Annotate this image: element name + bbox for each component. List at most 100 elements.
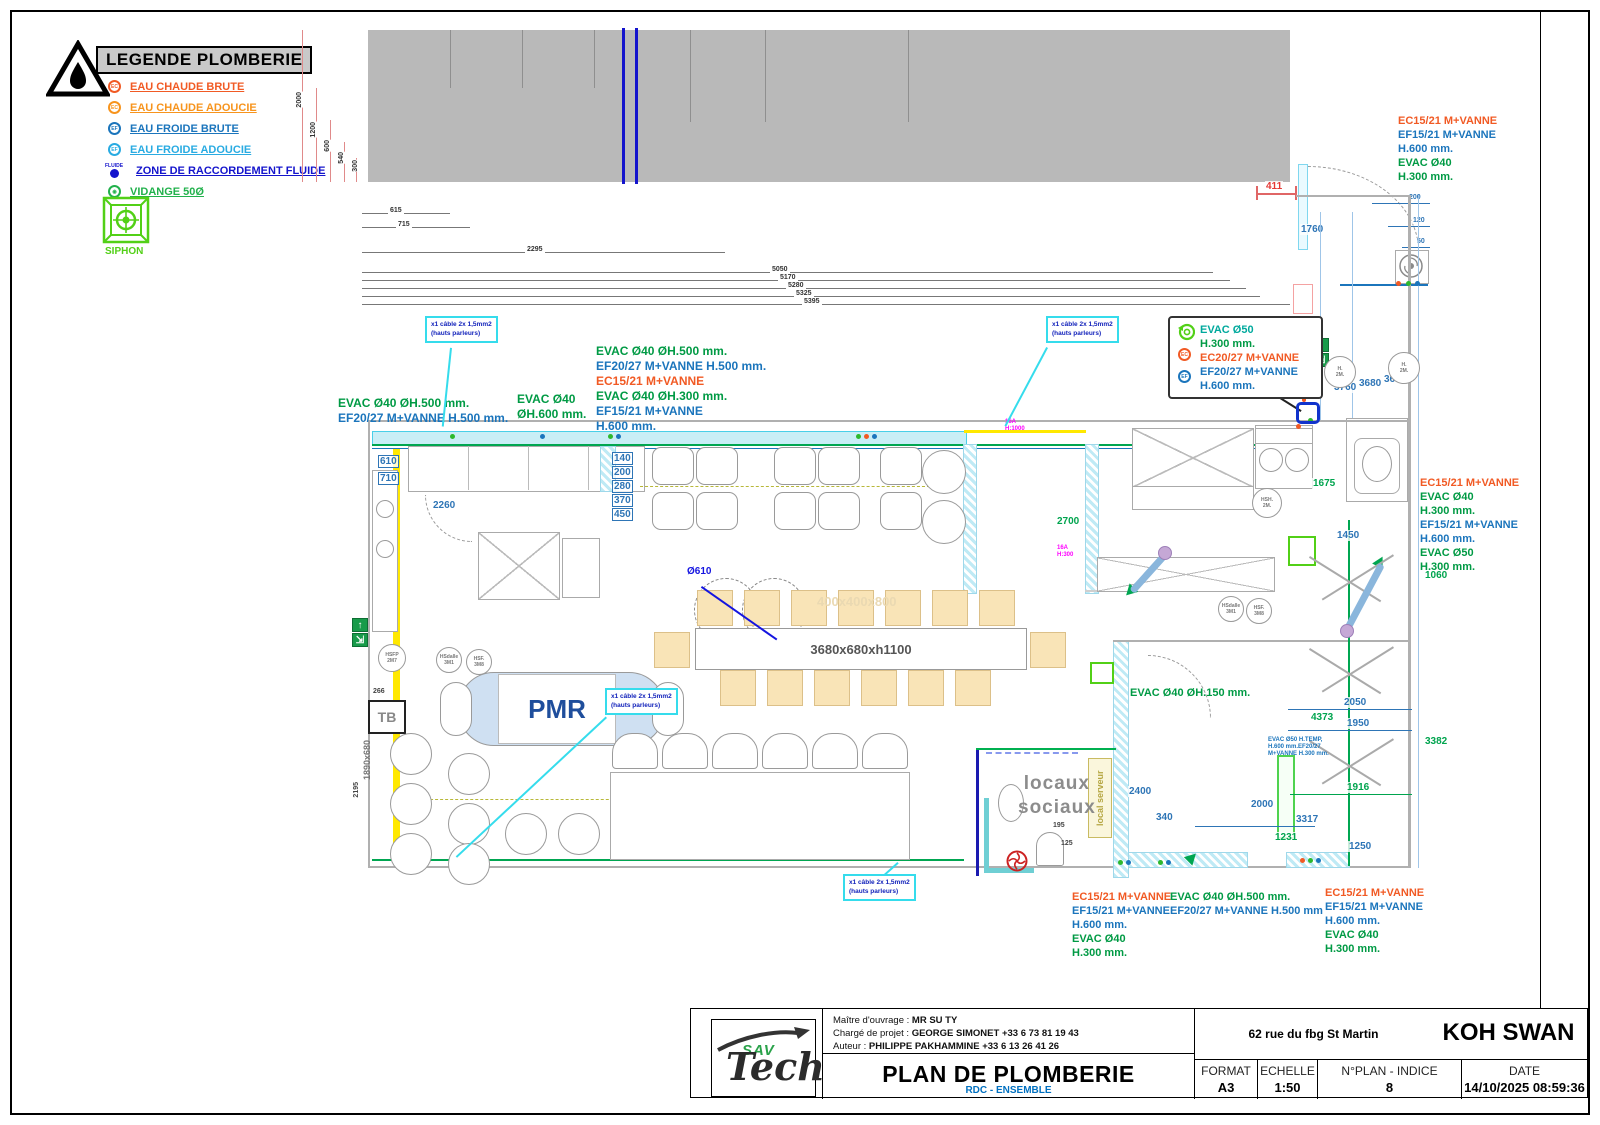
date-value: 14/10/2025 08:59:36: [1462, 1080, 1587, 1095]
callout-line: (hauts parleurs): [431, 330, 480, 337]
dim-line: [1372, 203, 1430, 204]
chair: [440, 682, 472, 736]
dim-label: 615: [388, 207, 404, 214]
dim-label: 600: [322, 140, 333, 152]
annotation-line: EVAC Ø50: [1200, 323, 1315, 337]
ef-icon: EF: [108, 122, 121, 135]
kitchen-island: [1132, 428, 1254, 488]
drawing-title: PLAN DE PLOMBERIE: [822, 1061, 1195, 1088]
annotation-right-mid: EC15/21 M+VANNEEVAC Ø40H.300 mm.EF15/21 …: [1420, 476, 1519, 574]
siphon-plan-icon: [1090, 662, 1114, 684]
wall-hatched: [1113, 640, 1129, 878]
tb-label: TB: [378, 709, 397, 725]
banquette-seat: [812, 733, 858, 769]
height-marker: HSdalle3M1: [1218, 596, 1244, 622]
annotation-line: ØH.600 mm.: [517, 407, 586, 422]
stool: [1030, 632, 1066, 668]
dim-label: 1200: [308, 122, 319, 138]
dim-label: 2260: [432, 500, 456, 511]
stool: [932, 590, 968, 626]
annotation-line: EC15/21 M+VANNE: [1072, 890, 1171, 904]
chair: [505, 813, 547, 855]
format-label: FORMAT: [1196, 1064, 1256, 1078]
pipe-dot: [1126, 860, 1131, 865]
annotation-line: EF15/21 M+VANNE: [596, 404, 766, 419]
pm-label: Chargé de projet :: [833, 1028, 909, 1039]
note-line: H.600 mm.EF20/27: [1268, 744, 1321, 750]
dim-label-411: 411: [1265, 181, 1283, 192]
note-line: M+VANNE H.300 mm.: [1268, 751, 1329, 757]
annotation-top-mid: EVAC Ø40ØH.600 mm.: [517, 392, 586, 422]
pipe-dot: [540, 434, 545, 439]
dim-label: 125: [1060, 840, 1074, 847]
grill-top: [1255, 428, 1313, 444]
pipe-dot: [1396, 281, 1401, 286]
fan-icon: [1398, 253, 1424, 279]
marker-text: 2M.: [1400, 368, 1408, 374]
legend-item-ef: EFEAU FROIDE BRUTE: [108, 118, 325, 139]
tb-divider-h: [1194, 1059, 1589, 1060]
wall-locaux-dashed: [986, 752, 1078, 754]
dim-line: [362, 227, 470, 228]
extension-line: [1418, 195, 1419, 868]
tb-box: TB: [368, 700, 406, 734]
ec-icon: EC: [108, 80, 121, 93]
room-label-locaux: locaux sociaux: [1018, 772, 1096, 820]
callout-line: (hauts parleurs): [1052, 330, 1101, 337]
counter-divider: [588, 446, 589, 490]
annotation-line: H.600 mm.: [596, 419, 766, 434]
stool: [767, 670, 803, 706]
project-name: KOH SWAN: [1431, 1019, 1586, 1047]
plan-index-value: 8: [1318, 1080, 1461, 1095]
dim-label: 1250: [1348, 841, 1372, 852]
banquette-seat: [662, 733, 708, 769]
pipe-teal: [984, 798, 989, 872]
ec-icon: EC: [1178, 348, 1191, 361]
annotation-line: H.300 mm.: [1420, 504, 1519, 518]
author-label: Auteur :: [833, 1041, 866, 1052]
annotation-line: H.600 mm.: [1200, 379, 1315, 393]
annotation-line: EVAC Ø40 ØH.150 mm.: [1130, 686, 1250, 700]
annotation-line: EF20/27 M+VANNE H.500 mm.: [596, 359, 766, 374]
callout-line: (hauts parleurs): [611, 702, 660, 709]
annotation-line: EC15/21 M+VANNE: [1398, 114, 1497, 128]
washing-machine-door: [1362, 446, 1392, 482]
callout-line: x1 câble 2x 1,5mm2: [1052, 321, 1113, 328]
chair: [558, 813, 600, 855]
annotation-top-left: EVAC Ø40 ØH.500 mm.EF20/27 M+VANNE H.500…: [338, 396, 508, 426]
booth-seat: [696, 492, 738, 530]
marker-text: 2M7: [387, 658, 397, 664]
chair: [390, 833, 432, 875]
booth-seat: [774, 492, 816, 530]
marker-text: 2M.: [1336, 372, 1344, 378]
chair: [448, 803, 490, 845]
owner-label: Maître d'ouvrage :: [833, 1015, 909, 1026]
title-block: SAV Tech Maître d'ouvrage : MR SU TY Cha…: [690, 1008, 1588, 1098]
dim-label: 3317: [1295, 814, 1319, 825]
wc: [1036, 832, 1064, 866]
fluide-connector: [1296, 402, 1320, 424]
marker-text: 3M1: [1226, 609, 1236, 615]
siphon-icon: [102, 196, 150, 244]
annotation-line: H.600 mm.: [1420, 532, 1519, 546]
service-dashed-line: [640, 486, 930, 487]
banquette-seat: [862, 733, 908, 769]
band-tick: [594, 30, 595, 88]
siphon-plan-icon: [1288, 536, 1316, 566]
door-frame: [1298, 164, 1308, 250]
annotation-line: H.600 mm.: [1398, 142, 1497, 156]
pipe-dot: [1406, 281, 1411, 286]
dim-label: 3382: [1424, 736, 1448, 747]
annotation-line: EVAC Ø40 ØH.500 mm.: [1170, 890, 1323, 904]
chair: [448, 753, 490, 795]
annotation-bottom-left: EC15/21 M+VANNEEF15/21 M+VANNEH.600 mm.E…: [1072, 890, 1171, 960]
banquette-seat: [712, 733, 758, 769]
annotation-line: EVAC Ø40 ØH.300 mm.: [596, 389, 766, 404]
marker-text: 2M.: [1263, 503, 1271, 509]
height-marker: HSdalle3M1: [436, 647, 462, 673]
annotation-line: EVAC Ø40: [1398, 156, 1497, 170]
dim-label: 540: [336, 152, 347, 164]
stool-dim-label: 400x400x800: [817, 594, 897, 609]
banquette-seat: [762, 733, 808, 769]
counter-divider: [528, 446, 529, 490]
